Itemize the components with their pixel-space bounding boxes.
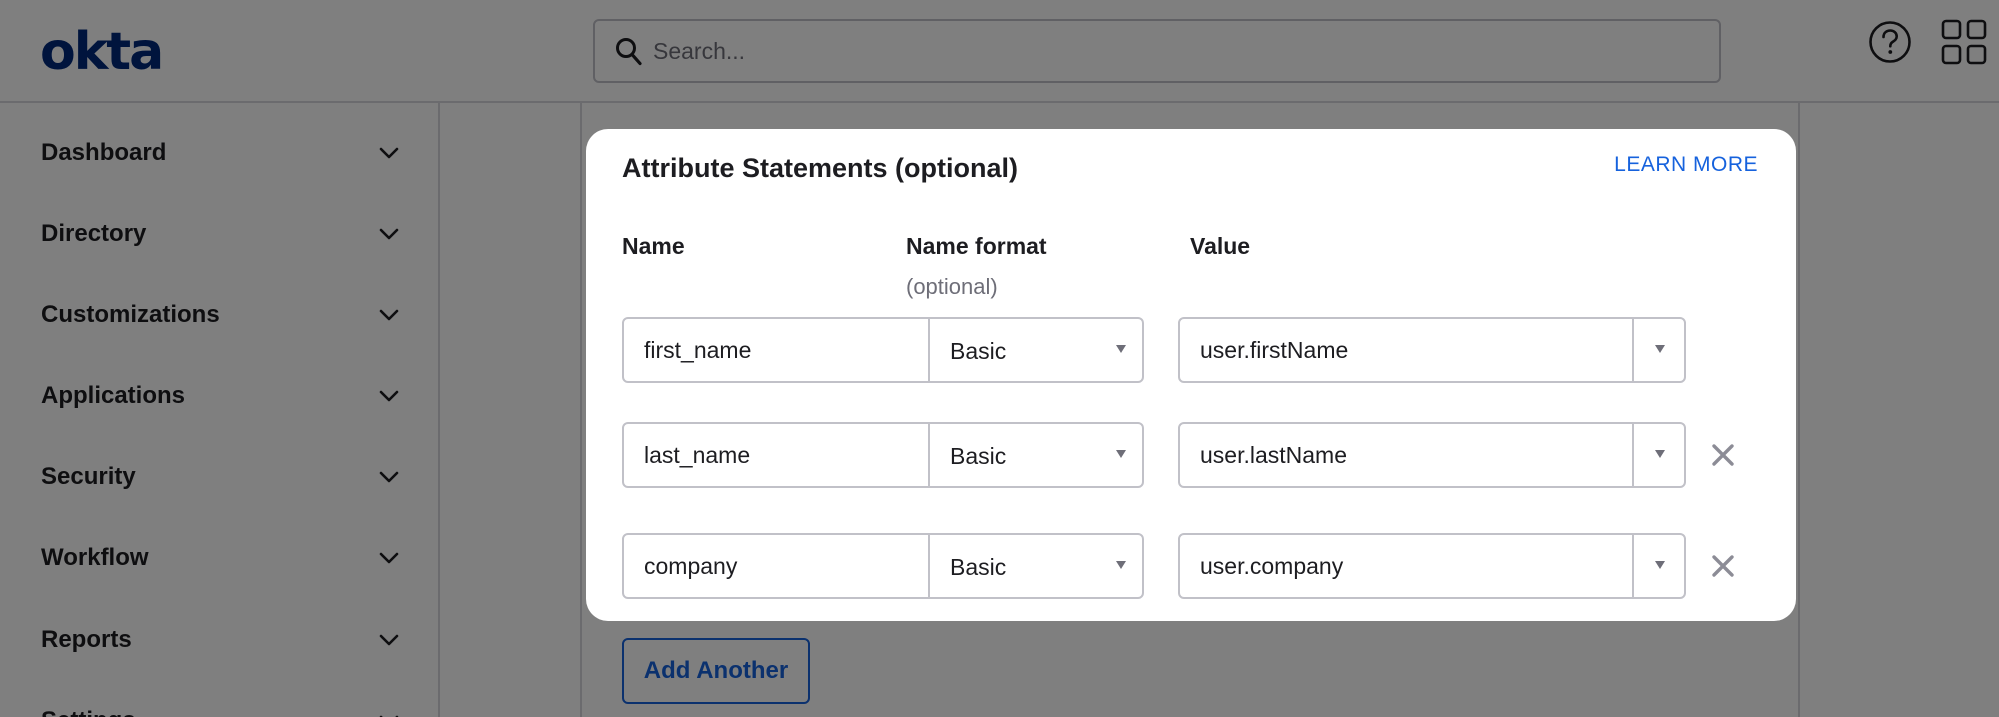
caret-down-icon: [1116, 345, 1126, 353]
attribute-name-input[interactable]: [622, 422, 930, 488]
column-header-name-format: Name format: [906, 233, 1047, 259]
name-format-value: Basic: [950, 443, 1007, 469]
value-dropdown-toggle[interactable]: [1632, 319, 1684, 381]
learn-more-link[interactable]: LEARN MORE: [1614, 153, 1758, 177]
caret-down-icon: [1655, 561, 1665, 569]
value-dropdown-toggle[interactable]: [1632, 535, 1684, 597]
attribute-row: Basic: [622, 317, 1742, 383]
column-header-value: Value: [1190, 233, 1251, 259]
attribute-name-input[interactable]: [622, 533, 930, 599]
attribute-value-input[interactable]: [1182, 321, 1618, 379]
remove-row-icon[interactable]: [1710, 442, 1736, 468]
caret-down-icon: [1655, 345, 1665, 353]
attribute-name-input[interactable]: [622, 317, 930, 383]
name-format-select[interactable]: Basic: [928, 422, 1144, 488]
caret-down-icon: [1655, 450, 1665, 458]
value-dropdown-toggle[interactable]: [1632, 424, 1684, 486]
attribute-statements-panel: Attribute Statements (optional) LEARN MO…: [586, 129, 1796, 621]
caret-down-icon: [1116, 450, 1126, 458]
attribute-row: Basic: [622, 422, 1742, 488]
name-format-select[interactable]: Basic: [928, 317, 1144, 383]
name-format-value: Basic: [950, 554, 1007, 580]
attribute-value-input[interactable]: [1182, 426, 1618, 484]
column-subheader-optional: (optional): [906, 274, 998, 299]
name-format-select[interactable]: Basic: [928, 533, 1144, 599]
column-header-name: Name: [622, 233, 685, 259]
attribute-value-input[interactable]: [1182, 537, 1618, 595]
attribute-value-combobox[interactable]: [1178, 422, 1686, 488]
name-format-value: Basic: [950, 338, 1007, 364]
panel-title: Attribute Statements (optional): [622, 153, 1018, 183]
attribute-row: Basic: [622, 533, 1742, 599]
attribute-value-combobox[interactable]: [1178, 317, 1686, 383]
remove-row-icon[interactable]: [1710, 553, 1736, 579]
caret-down-icon: [1116, 561, 1126, 569]
attribute-value-combobox[interactable]: [1178, 533, 1686, 599]
